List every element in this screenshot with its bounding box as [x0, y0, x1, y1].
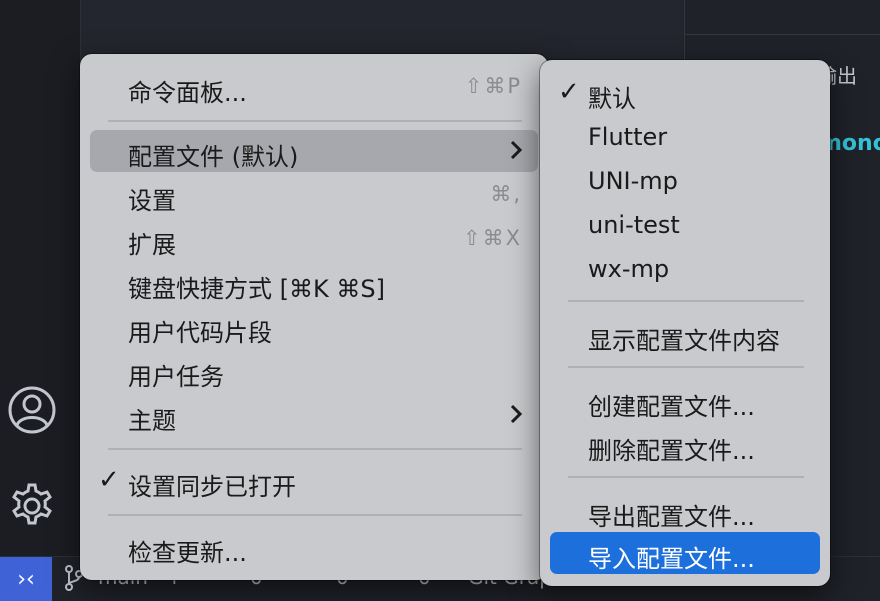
menu-item-label: 命令面板... — [128, 79, 247, 107]
menu-item-shortcut: ⌘, — [490, 182, 522, 206]
menu-item-themes[interactable]: 主题 — [90, 394, 538, 436]
remote-button[interactable]: ›‹ — [0, 557, 52, 601]
menu-item-label: 用户代码片段 — [128, 319, 272, 347]
panel-divider — [685, 34, 880, 35]
checkmark-icon: ✓ — [558, 77, 580, 107]
menu-item-user-snippets[interactable]: 用户代码片段 — [90, 306, 538, 348]
menu-item-user-tasks[interactable]: 用户任务 — [90, 350, 538, 392]
menu-item-import-profile[interactable]: 导入配置文件... — [550, 532, 820, 574]
menu-item-label: uni-test — [588, 211, 680, 239]
menu-item-label: 导入配置文件... — [588, 545, 755, 573]
menu-separator — [568, 476, 804, 478]
menu-item-profiles[interactable]: 配置文件 (默认) — [90, 130, 538, 172]
gear-icon[interactable] — [6, 480, 58, 532]
menu-item-label: 创建配置文件... — [588, 393, 755, 421]
chevron-right-icon — [508, 139, 524, 167]
activity-bar — [0, 0, 81, 556]
menu-item-command-palette[interactable]: 命令面板... ⇧⌘P — [90, 66, 538, 108]
menu-item-create-profile[interactable]: 创建配置文件... — [550, 380, 820, 422]
profile-item-uni-mp[interactable]: UNI-mp — [550, 160, 820, 202]
menu-item-delete-profile[interactable]: 删除配置文件... — [550, 424, 820, 466]
menu-item-extensions[interactable]: 扩展 ⇧⌘X — [90, 218, 538, 260]
manage-menu: 命令面板... ⇧⌘P 配置文件 (默认) 设置 ⌘, 扩展 ⇧⌘X 键盘快捷方… — [80, 54, 548, 580]
menu-item-shortcut: ⇧⌘X — [463, 226, 522, 250]
profile-item-uni-test[interactable]: uni-test — [550, 204, 820, 246]
menu-item-label: 检查更新... — [128, 539, 247, 567]
menu-item-label: 主题 — [128, 407, 176, 435]
menu-item-keyboard-shortcuts[interactable]: 键盘快捷方式 [⌘K ⌘S] — [90, 262, 538, 304]
profiles-submenu: ✓ 默认 Flutter UNI-mp uni-test wx-mp 显示配置文… — [540, 60, 830, 586]
menu-item-shortcut: ⇧⌘P — [464, 74, 522, 98]
menu-item-label: 用户任务 — [128, 363, 224, 391]
menu-item-label: UNI-mp — [588, 167, 678, 195]
menu-item-label: 键盘快捷方式 [⌘K ⌘S] — [128, 275, 385, 303]
menu-item-export-profile[interactable]: 导出配置文件... — [550, 490, 820, 532]
menu-item-label: 删除配置文件... — [588, 437, 755, 465]
menu-item-show-profile-contents[interactable]: 显示配置文件内容 — [550, 314, 820, 356]
menu-item-settings-sync[interactable]: ✓ 设置同步已打开 — [90, 460, 538, 502]
menu-item-label: 显示配置文件内容 — [588, 327, 780, 355]
menu-item-label: 默认 — [588, 85, 636, 113]
menu-item-label: Flutter — [588, 123, 668, 151]
menu-item-label: 配置文件 (默认) — [128, 143, 299, 171]
menu-item-check-updates[interactable]: 检查更新... — [90, 526, 538, 568]
menu-item-settings[interactable]: 设置 ⌘, — [90, 174, 538, 216]
profile-item-flutter[interactable]: Flutter — [550, 116, 820, 158]
menu-separator — [568, 366, 804, 368]
menu-separator — [568, 300, 804, 302]
checkmark-icon: ✓ — [98, 465, 120, 495]
menu-item-label: 扩展 — [128, 231, 176, 259]
profile-item-wx-mp[interactable]: wx-mp — [550, 248, 820, 290]
chevron-right-icon — [508, 403, 524, 431]
profile-item-default[interactable]: ✓ 默认 — [550, 72, 820, 114]
menu-item-label: 设置同步已打开 — [128, 473, 296, 501]
menu-item-label: wx-mp — [588, 255, 670, 283]
menu-item-label: 设置 — [128, 187, 176, 215]
account-icon[interactable] — [6, 384, 58, 436]
menu-item-label: 导出配置文件... — [588, 503, 755, 531]
remote-icon: ›‹ — [17, 566, 35, 592]
menu-separator — [108, 448, 522, 450]
menu-separator — [108, 120, 522, 122]
menu-separator — [108, 514, 522, 516]
